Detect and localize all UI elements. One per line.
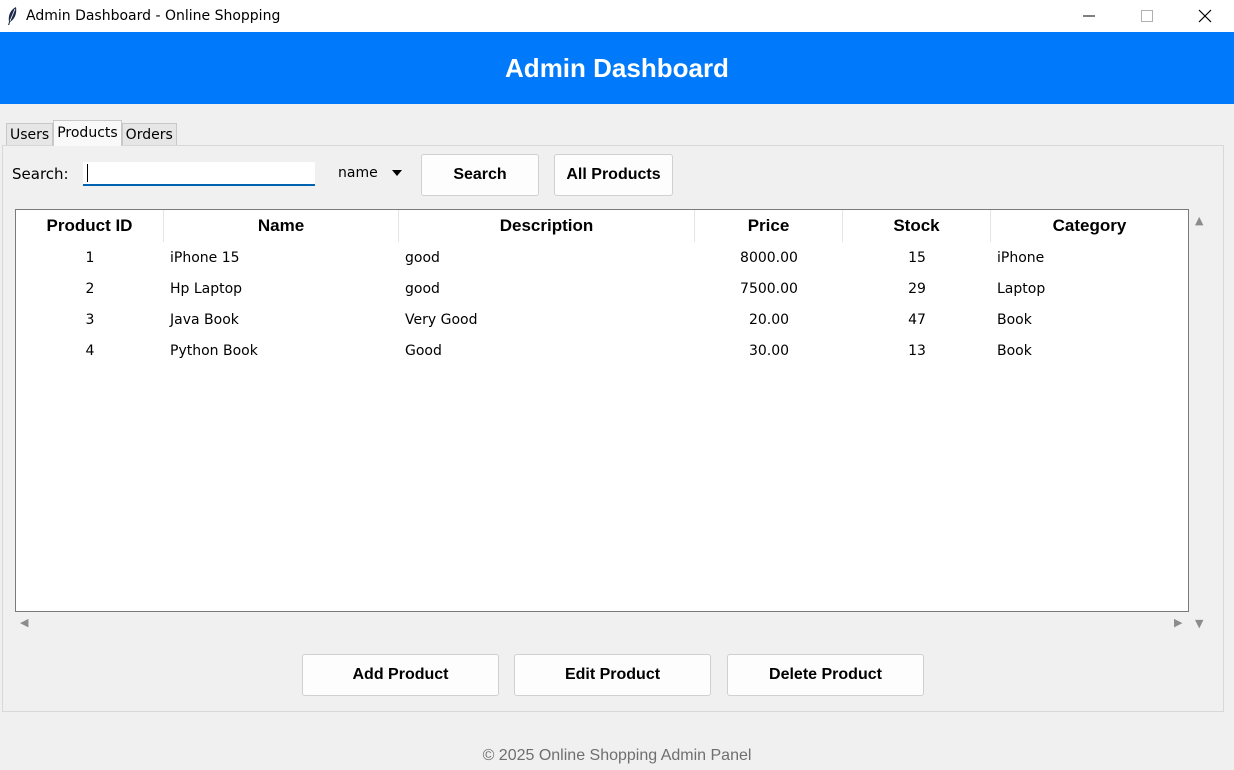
minimize-icon (1083, 15, 1095, 17)
cell-name: Java Book (170, 311, 239, 328)
column-header-name[interactable]: Name (164, 210, 399, 242)
footer-text: © 2025 Online Shopping Admin Panel (482, 747, 752, 764)
cell-category: Book (997, 342, 1032, 359)
window-titlebar: Admin Dashboard - Online Shopping (0, 0, 1234, 32)
edit-product-button[interactable]: Edit Product (514, 654, 711, 696)
search-label: Search: (12, 165, 69, 183)
cell-name: iPhone 15 (170, 249, 240, 266)
cell-name: Python Book (170, 342, 258, 359)
feather-icon (2, 0, 22, 32)
header-banner: Admin Dashboard (0, 32, 1234, 104)
cell-product-id: 4 (85, 342, 95, 359)
search-button[interactable]: Search (421, 154, 539, 196)
cell-description: Good (405, 342, 442, 359)
minimize-button[interactable] (1060, 0, 1118, 32)
cell-product-id: 3 (85, 311, 95, 328)
tab-orders[interactable]: Orders (121, 123, 177, 146)
cell-stock: 47 (908, 311, 926, 328)
table-row[interactable]: 3 Java Book Very Good 20.00 47 Book (16, 304, 1188, 335)
maximize-icon (1141, 10, 1153, 22)
add-product-button[interactable]: Add Product (302, 654, 499, 696)
table-header: Product ID Name Description Price Stock … (16, 210, 1188, 242)
cell-description: Very Good (405, 311, 478, 328)
cell-stock: 15 (908, 249, 926, 266)
products-table[interactable]: Product ID Name Description Price Stock … (15, 209, 1189, 612)
search-field-select[interactable]: name (338, 165, 402, 181)
cell-product-id: 2 (85, 280, 95, 297)
search-field-value: name (338, 165, 378, 181)
maximize-button[interactable] (1118, 0, 1176, 32)
cell-category: Book (997, 311, 1032, 328)
column-header-description[interactable]: Description (399, 210, 695, 242)
close-button[interactable] (1176, 0, 1234, 32)
column-header-category[interactable]: Category (991, 210, 1188, 242)
cell-description: good (405, 249, 440, 266)
close-icon (1198, 9, 1212, 23)
cell-price: 7500.00 (740, 280, 798, 297)
cell-product-id: 1 (85, 249, 95, 266)
column-header-price[interactable]: Price (695, 210, 843, 242)
tab-users[interactable]: Users (6, 123, 54, 146)
delete-product-button[interactable]: Delete Product (727, 654, 924, 696)
all-products-button[interactable]: All Products (554, 154, 673, 196)
cell-category: iPhone (997, 249, 1045, 266)
cell-price: 8000.00 (740, 249, 798, 266)
cell-category: Laptop (997, 280, 1046, 297)
scroll-right-arrow-icon[interactable]: ▶ (1174, 616, 1182, 629)
cell-stock: 13 (908, 342, 926, 359)
cell-stock: 29 (908, 280, 926, 297)
tab-bar: Users Products Orders (6, 120, 177, 146)
scroll-left-arrow-icon[interactable]: ◀ (20, 616, 28, 629)
cell-description: good (405, 280, 440, 297)
table-row[interactable]: 2 Hp Laptop good 7500.00 29 Laptop (16, 273, 1188, 304)
chevron-down-icon (391, 170, 402, 176)
tab-products[interactable]: Products (53, 120, 122, 146)
scroll-up-arrow-icon[interactable]: ▲ (1195, 214, 1203, 227)
cell-name: Hp Laptop (170, 280, 243, 297)
table-row[interactable]: 4 Python Book Good 30.00 13 Book (16, 335, 1188, 366)
window-title: Admin Dashboard - Online Shopping (26, 8, 281, 24)
table-row[interactable]: 1 iPhone 15 good 8000.00 15 iPhone (16, 242, 1188, 273)
search-input[interactable] (83, 162, 315, 186)
column-header-stock[interactable]: Stock (843, 210, 991, 242)
scroll-down-arrow-icon[interactable]: ▼ (1195, 617, 1203, 630)
page-title: Admin Dashboard (505, 52, 729, 83)
cell-price: 30.00 (748, 342, 790, 359)
cell-price: 20.00 (748, 311, 790, 328)
text-caret (87, 164, 88, 182)
column-header-product-id[interactable]: Product ID (16, 210, 164, 242)
